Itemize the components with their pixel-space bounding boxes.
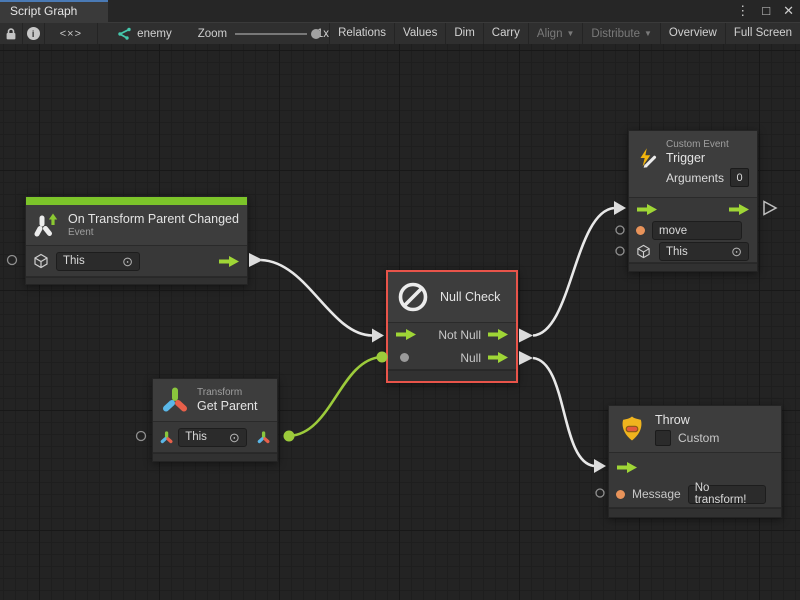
node-on-transform-parent-changed[interactable]: On Transform Parent Changed Event This ⊙ [25, 196, 248, 285]
string-input-port[interactable] [616, 490, 625, 499]
flow-output-arrow-icon[interactable] [218, 255, 240, 268]
relations-button[interactable]: Relations [329, 23, 394, 45]
this-value-field[interactable]: This ⊙ [659, 242, 749, 261]
null-port-row: Null [388, 346, 516, 369]
message-row: Message No transform! [609, 481, 781, 507]
graph-name: enemy [137, 28, 172, 40]
node-title: Null Check [440, 290, 500, 305]
flow-input-arrow-icon[interactable] [636, 203, 658, 216]
target-row: This ⊙ [629, 241, 757, 262]
chevron-down-icon: ▼ [644, 29, 652, 38]
node-throw[interactable]: Throw Custom Message No transform! [608, 405, 782, 518]
maximize-icon[interactable]: □ [762, 0, 770, 22]
node-surtitle: Transform [197, 387, 257, 399]
string-input-port[interactable] [636, 226, 645, 235]
zoom-slider[interactable] [235, 33, 307, 35]
event-name-field[interactable]: move [652, 221, 742, 240]
node-port-row: This ⊙ [26, 246, 247, 276]
arguments-count-field[interactable]: 0 [730, 168, 749, 187]
lock-icon [4, 27, 18, 41]
event-node-green-bar [26, 197, 247, 205]
close-icon[interactable]: ✕ [783, 0, 794, 22]
chevron-down-icon: ▼ [566, 29, 574, 38]
node-trigger-custom-event[interactable]: Custom Event Trigger Arguments 0 [628, 130, 758, 272]
node-header[interactable]: Null Check [388, 272, 516, 322]
target-picker-icon[interactable]: ⊙ [122, 255, 133, 268]
node-get-parent[interactable]: Transform Get Parent This ⊙ [152, 378, 278, 462]
tab-script-graph[interactable]: Script Graph [0, 0, 108, 22]
kebab-menu-icon[interactable]: ⋮ [736, 0, 749, 22]
this-value-field[interactable]: This ⊙ [178, 428, 247, 447]
transform-output-port-icon[interactable] [257, 430, 270, 445]
fullscreen-button[interactable]: Full Screen [725, 23, 800, 45]
message-label: Message [632, 487, 681, 501]
code-view-button[interactable]: <×> [45, 23, 99, 44]
target-picker-icon[interactable]: ⊙ [229, 431, 240, 444]
gameobject-cube-icon [636, 244, 651, 259]
node-title: Throw [655, 413, 719, 428]
overview-button[interactable]: Overview [660, 23, 725, 45]
node-header[interactable]: Custom Event Trigger Arguments 0 [629, 131, 757, 197]
unity-script-graph-window: Script Graph ⋮ □ ✕ i <×> [0, 0, 800, 600]
graph-icon [116, 26, 131, 41]
tab-label: Script Graph [10, 4, 77, 18]
message-value-field[interactable]: No transform! [688, 485, 766, 504]
zoom-slider-handle[interactable] [311, 29, 321, 39]
custom-event-icon [637, 143, 658, 173]
node-header[interactable]: Transform Get Parent [153, 379, 277, 421]
tab-bar: Script Graph ⋮ □ ✕ [0, 0, 800, 22]
zoom-label: Zoom [198, 28, 227, 40]
null-label: Null [460, 351, 481, 365]
node-null-check[interactable]: Null Check Not Null Null [386, 270, 518, 383]
info-button[interactable]: i [23, 23, 45, 44]
node-header[interactable]: On Transform Parent Changed Event [26, 205, 247, 245]
transform-icon [161, 386, 189, 414]
graph-toolbar: i <×> enemy Zoom 1x Relations Values Dim… [0, 22, 800, 44]
transform-port-icon[interactable] [160, 430, 173, 445]
flow-output-arrow-icon[interactable] [728, 203, 750, 216]
node-footer [609, 508, 781, 517]
null-check-icon [396, 280, 430, 314]
not-null-label: Not Null [438, 328, 481, 342]
value-input-port[interactable] [400, 353, 409, 362]
flow-input-arrow-icon[interactable] [395, 328, 417, 341]
carry-button[interactable]: Carry [483, 23, 528, 45]
node-footer [26, 277, 247, 284]
node-title: Get Parent [197, 399, 257, 414]
dim-button[interactable]: Dim [445, 23, 482, 45]
node-title: Trigger [666, 151, 749, 166]
node-footer [629, 263, 757, 271]
flow-input-arrow-icon[interactable] [616, 461, 638, 474]
node-subtitle: Event [68, 227, 239, 239]
event-name-row: move [629, 220, 757, 241]
custom-checkbox-label: Custom [678, 431, 719, 445]
distribute-dropdown[interactable]: Distribute▼ [582, 23, 660, 45]
flow-port-row [609, 453, 781, 481]
graph-breadcrumb[interactable]: enemy [116, 26, 172, 41]
node-surtitle: Custom Event [666, 139, 749, 151]
info-icon: i [27, 27, 40, 40]
transform-event-icon [34, 212, 60, 238]
this-value-field[interactable]: This ⊙ [56, 252, 140, 271]
flow-port-row [629, 198, 757, 220]
arguments-label: Arguments [666, 171, 724, 185]
flow-output-arrow-icon[interactable] [487, 351, 509, 364]
node-header[interactable]: Throw Custom [609, 406, 781, 452]
node-footer [153, 453, 277, 461]
graph-canvas[interactable]: On Transform Parent Changed Event This ⊙ [0, 44, 800, 600]
align-dropdown[interactable]: Align▼ [528, 23, 583, 45]
lock-button[interactable] [0, 23, 23, 44]
throw-error-icon [617, 414, 647, 444]
node-footer [388, 370, 516, 381]
window-controls: ⋮ □ ✕ [736, 0, 794, 22]
gameobject-cube-icon [33, 253, 49, 269]
not-null-port-row: Not Null [388, 323, 516, 346]
flow-output-arrow-icon[interactable] [487, 328, 509, 341]
code-icon: <×> [60, 28, 82, 40]
target-picker-icon[interactable]: ⊙ [731, 245, 742, 258]
values-button[interactable]: Values [394, 23, 445, 45]
custom-checkbox[interactable] [655, 430, 671, 446]
node-port-row: This ⊙ [153, 422, 277, 452]
node-title: On Transform Parent Changed [68, 212, 239, 227]
